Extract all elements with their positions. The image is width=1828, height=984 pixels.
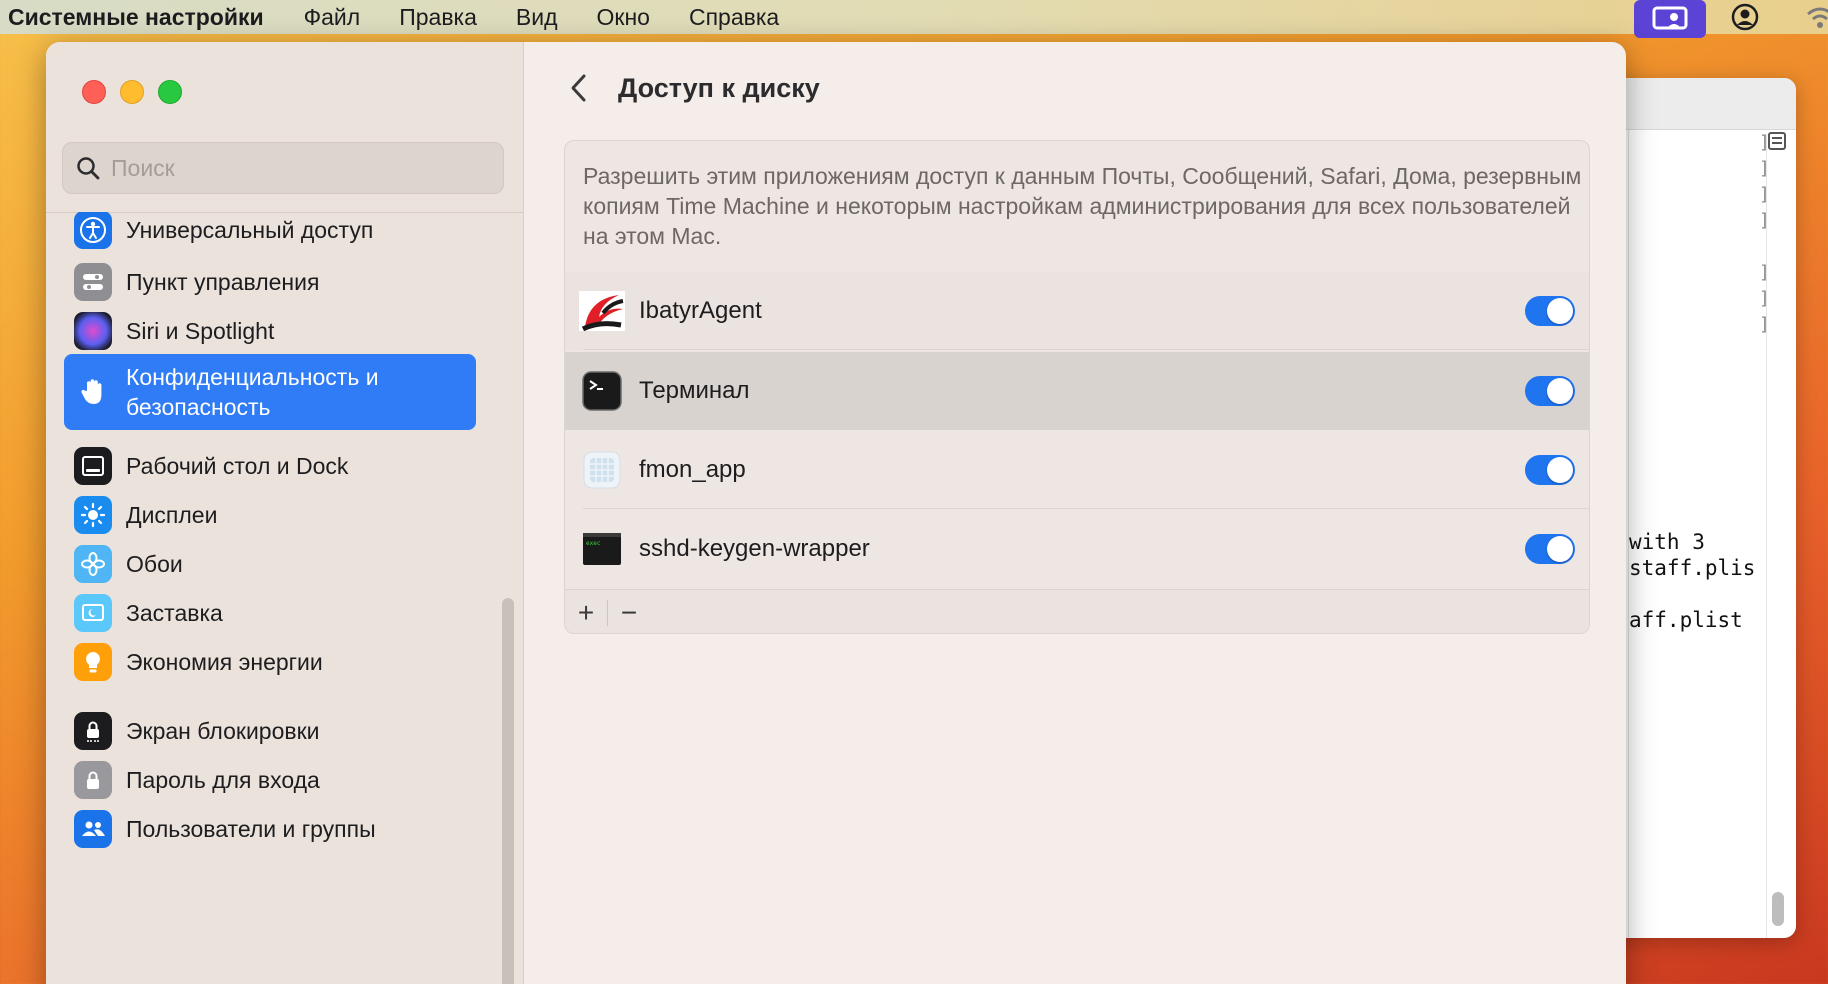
sidebar-item-label: Пункт управления (126, 268, 320, 295)
app-row[interactable]: exec sshd-keygen-wrapper (565, 510, 1589, 588)
displays-icon (74, 496, 112, 534)
sidebar-item-desktop-dock[interactable]: Рабочий стол и Dock (64, 442, 476, 490)
terminal-line: aff.plist (1629, 608, 1743, 632)
zoom-button[interactable] (158, 80, 182, 104)
search-field[interactable] (62, 142, 504, 194)
window-controls (82, 80, 182, 104)
panel-description: Разрешить этим приложениям доступ к данн… (583, 163, 1582, 249)
sidebar-item-siri-spotlight[interactable]: Siri и Spotlight (64, 307, 476, 355)
background-terminal-window[interactable]: ] ] ] ] ] ] ] with 3 staff.plis aff.plis… (1600, 78, 1796, 938)
page-title: Доступ к диску (618, 73, 820, 103)
access-toggle[interactable] (1525, 376, 1575, 406)
app-name: Терминал (639, 377, 750, 404)
sidebar-item-label: Siri и Spotlight (126, 317, 275, 344)
app-row[interactable]: IbatyrAgent (565, 272, 1589, 350)
list-footer: + − (565, 589, 1589, 634)
chevron-left-icon (571, 74, 586, 102)
wallpaper-icon (74, 545, 112, 583)
sidebar: Универсальный доступ Пункт управления Si… (46, 42, 524, 984)
app-name: sshd-keygen-wrapper (639, 535, 870, 562)
sidebar-item-label: Пользователи и группы (126, 815, 376, 842)
screen-sharing-icon[interactable] (1634, 0, 1706, 38)
exec-icon: exec (579, 526, 625, 572)
sidebar-item-label: Конфиденциальность и безопасность (126, 364, 379, 420)
background-scrollbar[interactable] (1766, 134, 1788, 938)
sidebar-item-screensaver[interactable]: Заставка (64, 589, 476, 637)
sidebar-item-displays[interactable]: Дисплеи (64, 491, 476, 539)
minimize-button[interactable] (120, 80, 144, 104)
lock-screen-icon (74, 712, 112, 750)
menu-edit[interactable]: Правка (399, 4, 477, 31)
sidebar-list: Универсальный доступ Пункт управления Si… (46, 212, 524, 984)
sidebar-item-label: Заставка (126, 599, 223, 626)
app-row[interactable]: fmon_app (565, 431, 1589, 509)
fmon-app-icon (579, 447, 625, 493)
siri-icon (74, 312, 112, 350)
sidebar-item-label: Экран блокировки (126, 717, 320, 744)
screensaver-icon (74, 594, 112, 632)
terminal-line: staff.plis (1629, 556, 1756, 580)
sidebar-item-label: Рабочий стол и Dock (126, 452, 349, 479)
sidebar-item-users-groups[interactable]: Пользователи и группы (64, 805, 476, 853)
accessibility-icon (74, 212, 112, 249)
access-toggle[interactable] (1525, 455, 1575, 485)
menu-bar: Системные настройки Файл Правка Вид Окно… (0, 0, 1828, 38)
menu-app-name[interactable]: Системные настройки (8, 4, 264, 31)
menu-window[interactable]: Окно (597, 4, 650, 31)
wifi-icon[interactable] (1804, 2, 1828, 32)
back-button[interactable] (564, 70, 594, 106)
access-toggle[interactable] (1525, 296, 1575, 326)
sidebar-item-label: Универсальный доступ (126, 216, 374, 243)
svg-text:exec: exec (586, 540, 601, 547)
sidebar-item-login-password[interactable]: Пароль для входа (64, 756, 476, 804)
terminal-line: with 3 (1629, 530, 1705, 554)
system-settings-window: Универсальный доступ Пункт управления Si… (46, 42, 1626, 984)
menu-help[interactable]: Справка (689, 4, 779, 31)
app-name: IbatyrAgent (639, 297, 762, 324)
search-icon (77, 157, 100, 180)
sidebar-item-label: Обои (126, 550, 183, 577)
menu-view[interactable]: Вид (516, 4, 558, 31)
sidebar-item-label: Пароль для входа (126, 766, 320, 793)
content-area: Доступ к диску Разрешить этим приложения… (524, 42, 1626, 984)
login-password-icon (74, 761, 112, 799)
sidebar-item-accessibility[interactable]: Универсальный доступ (64, 212, 476, 254)
sidebar-item-energy-saver[interactable]: Экономия энергии (64, 638, 476, 686)
search-input[interactable] (111, 154, 471, 182)
full-disk-access-panel: Разрешить этим приложениям доступ к данн… (564, 140, 1590, 634)
sidebar-item-label: Экономия энергии (126, 648, 323, 675)
users-groups-icon (74, 810, 112, 848)
privacy-hand-icon (74, 373, 112, 411)
close-button[interactable] (82, 80, 106, 104)
background-window-titlebar (1600, 78, 1796, 130)
user-account-icon[interactable] (1730, 2, 1760, 32)
sidebar-item-privacy-security[interactable]: Конфиденциальность и безопасность (64, 354, 476, 430)
control-center-icon (74, 263, 112, 301)
ibatyr-agent-icon (579, 288, 625, 334)
access-toggle[interactable] (1525, 534, 1575, 564)
menu-file[interactable]: Файл (304, 4, 361, 31)
app-row[interactable]: Терминал (565, 352, 1589, 430)
sidebar-item-lock-screen[interactable]: Экран блокировки (64, 707, 476, 755)
remove-app-button[interactable]: − (608, 590, 650, 634)
sidebar-item-control-center[interactable]: Пункт управления (64, 258, 476, 306)
sidebar-item-label: Дисплеи (126, 501, 218, 528)
desktop-dock-icon (74, 447, 112, 485)
energy-saver-icon (74, 643, 112, 681)
add-app-button[interactable]: + (565, 590, 607, 634)
app-name: fmon_app (639, 456, 746, 483)
terminal-icon (579, 368, 625, 414)
sidebar-scrollbar[interactable] (502, 598, 514, 984)
sidebar-item-wallpaper[interactable]: Обои (64, 540, 476, 588)
